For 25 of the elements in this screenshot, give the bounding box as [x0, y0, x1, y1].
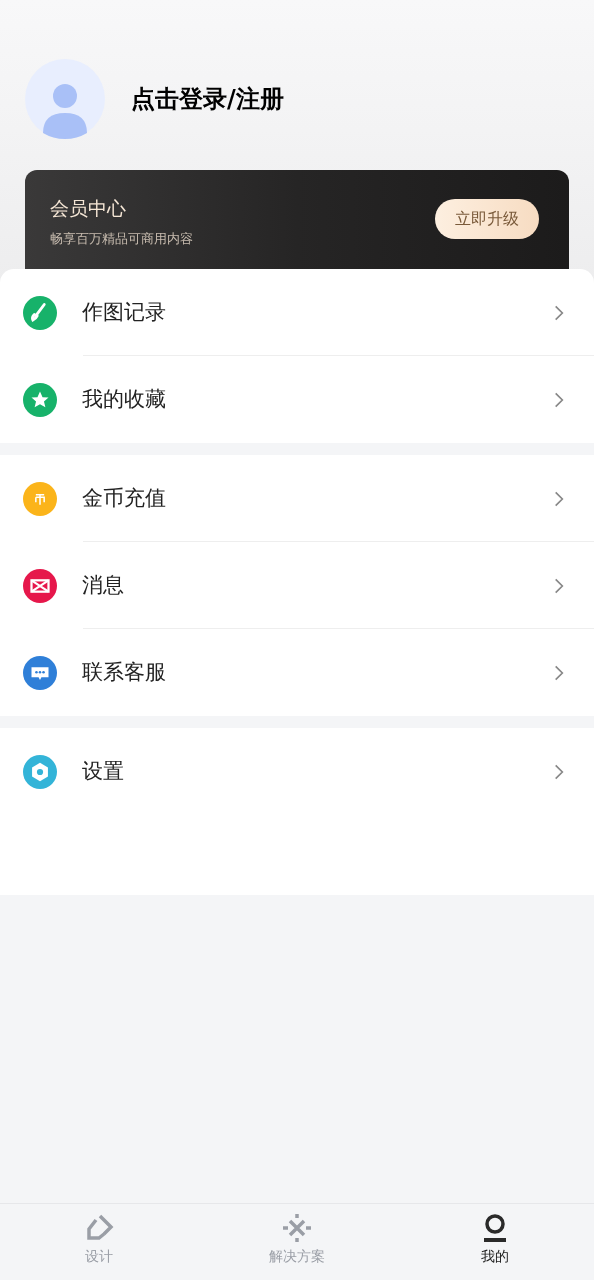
login-link[interactable]: 点击登录/注册 [131, 81, 284, 117]
menu-label: 作图记录 [82, 298, 167, 326]
vip-subtitle: 畅享百万精品可商用内容 [50, 229, 193, 248]
menu-label: 我的收藏 [82, 385, 167, 413]
menu-item[interactable]: 作图记录 [0, 269, 594, 356]
chevron-right-icon [554, 390, 564, 409]
menu-item[interactable]: 金币充值 [0, 455, 594, 542]
nav-tab[interactable]: 我的 [396, 1204, 594, 1280]
menu-label: 金币充值 [82, 484, 167, 512]
chevron-right-icon [554, 489, 564, 508]
chevron-right-icon [554, 663, 564, 682]
menu-item[interactable]: 消息 [0, 542, 594, 629]
spark-icon [281, 1212, 313, 1244]
menu-item[interactable]: 我的收藏 [0, 356, 594, 443]
vip-title: 会员中心 [50, 196, 127, 221]
menu-item[interactable]: 设置 [0, 728, 594, 815]
chevron-right-icon [554, 576, 564, 595]
chevron-right-icon [554, 762, 564, 781]
chevron-right-icon [554, 303, 564, 322]
menu-label: 设置 [82, 757, 125, 785]
upgrade-button[interactable]: 立即升级 [435, 199, 539, 239]
menu-item[interactable]: 联系客服 [0, 629, 594, 716]
menu-label: 联系客服 [82, 658, 167, 686]
avatar-icon[interactable] [25, 59, 105, 139]
menu-label: 消息 [82, 571, 125, 599]
